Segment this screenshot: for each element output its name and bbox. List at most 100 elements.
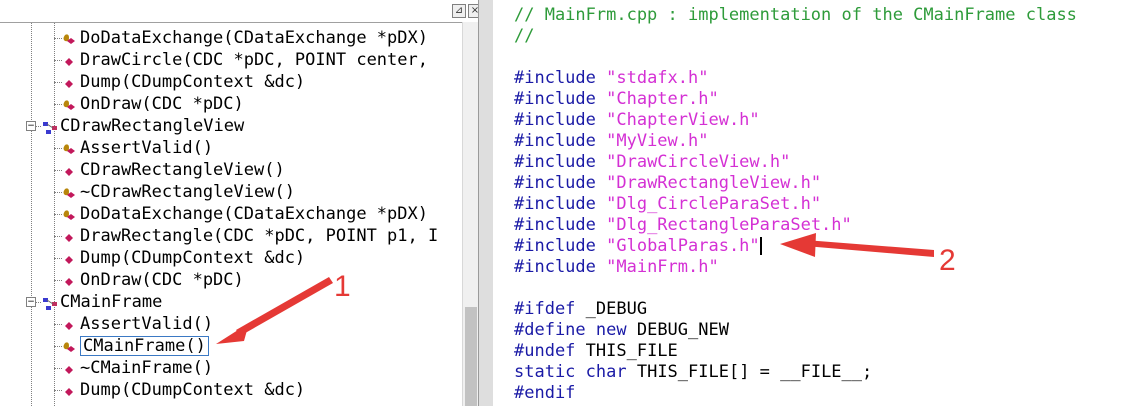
tree-connector <box>54 214 62 215</box>
code-token: #include <box>514 152 607 172</box>
tree-method-node[interactable]: DoDataExchange(CDataExchange *pDX) <box>0 27 470 49</box>
collapse-toggle-icon[interactable]: − <box>26 121 36 131</box>
code-line[interactable]: #undef THIS_FILE <box>514 341 678 362</box>
code-token: THIS_FILE[] = __FILE__; <box>636 362 873 382</box>
tree-node-label: DrawRectangle(CDC *pDC, POINT p1, I <box>80 226 439 246</box>
code-line[interactable]: #include "DrawCircleView.h" <box>514 152 790 173</box>
code-token: "GlobalParas.h" <box>606 236 760 256</box>
tree-node-label: DrawCircle(CDC *pDC, POINT center, <box>80 50 428 70</box>
class-tree-scroll-thumb[interactable] <box>465 307 477 406</box>
code-line[interactable]: #include "ChapterView.h" <box>514 110 760 131</box>
tree-method-node[interactable]: AssertValid() <box>0 137 470 159</box>
class-tree: DoDataExchange(CDataExchange *pDX) DrawCi… <box>0 0 462 406</box>
code-token: "DrawCircleView.h" <box>606 152 791 172</box>
tree-connector <box>54 38 62 39</box>
pane-splitter[interactable] <box>478 0 494 406</box>
tree-method-node[interactable]: CMainFrame() <box>0 335 470 357</box>
tree-connector <box>54 82 62 83</box>
tree-method-node[interactable]: DrawRectangle(CDC *pDC, POINT p1, I <box>0 225 470 247</box>
tree-node-label: CDrawRectangleView <box>60 116 245 136</box>
code-token: #define <box>514 320 596 340</box>
code-token: #include <box>514 131 607 151</box>
code-token: "Chapter.h" <box>606 89 719 109</box>
code-line[interactable]: #include "GlobalParas.h" <box>514 236 762 257</box>
code-line[interactable]: #include "stdafx.h" <box>514 68 708 89</box>
code-token: #include <box>514 89 607 109</box>
code-line[interactable]: #define new DEBUG_NEW <box>514 320 729 341</box>
code-token: #include <box>514 236 607 256</box>
tree-class-node[interactable]: − CMainFrame <box>0 291 470 313</box>
code-line[interactable]: // <box>514 26 534 47</box>
tree-node-label: OnDraw(CDC *pDC) <box>80 270 244 290</box>
tree-connector <box>54 258 62 259</box>
code-line[interactable]: static char THIS_FILE[] = __FILE__; <box>514 362 872 383</box>
tree-method-node[interactable]: DoDataExchange(CDataExchange *pDX) <box>0 203 470 225</box>
code-token: #include <box>514 68 607 88</box>
tree-node-label: CMainFrame <box>60 292 163 312</box>
tree-connector <box>54 60 62 61</box>
code-token: #include <box>514 215 607 235</box>
tree-node-label: Dump(CDumpContext &dc) <box>80 72 306 92</box>
tree-connector <box>54 236 62 237</box>
code-line[interactable]: #include "Chapter.h" <box>514 89 719 110</box>
tree-connector <box>54 346 62 347</box>
code-line[interactable]: #include "MyView.h" <box>514 131 708 152</box>
code-token: "Dlg_RectangleParaSet.h" <box>606 215 852 235</box>
code-token: "MainFrm.h" <box>606 257 719 277</box>
tree-node-label: Dump(CDumpContext &dc) <box>80 380 306 400</box>
tree-method-node[interactable]: OnDraw(CDC *pDC) <box>0 93 470 115</box>
tree-method-node[interactable]: Dump(CDumpContext &dc) <box>0 379 470 401</box>
code-editor[interactable]: // MainFrm.cpp : implementation of the C… <box>493 0 1125 406</box>
text-caret <box>759 237 762 255</box>
tree-node-label: OnDraw(CDC *pDC) <box>80 94 244 114</box>
tree-method-node[interactable]: OnDraw(CDC *pDC) <box>0 269 470 291</box>
tree-method-node[interactable]: DrawCircle(CDC *pDC, POINT center, <box>0 49 470 71</box>
class-view-pane: DoDataExchange(CDataExchange *pDX) DrawCi… <box>0 0 482 406</box>
code-token: static <box>514 362 586 382</box>
code-line[interactable]: #ifdef _DEBUG <box>514 299 647 320</box>
tree-node-label: DoDataExchange(CDataExchange *pDX) <box>80 28 428 48</box>
tree-method-node[interactable]: ~CMainFrame() <box>0 357 470 379</box>
code-token: "Dlg_CircleParaSet.h" <box>606 194 822 214</box>
code-line[interactable]: #endif <box>514 383 575 404</box>
tree-connector <box>54 368 62 369</box>
code-token: "MyView.h" <box>606 131 709 151</box>
collapse-toggle-icon[interactable]: − <box>26 297 36 307</box>
code-token: "ChapterView.h" <box>606 110 760 130</box>
tree-connector <box>54 280 62 281</box>
tree-node-label: AssertValid() <box>80 138 214 158</box>
tree-method-node[interactable]: Dump(CDumpContext &dc) <box>0 71 470 93</box>
code-line[interactable]: #include "MainFrm.h" <box>514 257 719 278</box>
code-token: _DEBUG <box>585 299 648 319</box>
tree-node-label: ~CDrawRectangleView() <box>80 182 295 202</box>
code-token: #include <box>514 110 607 130</box>
code-token: THIS_FILE <box>585 341 678 361</box>
tree-node-label: AssertValid() <box>80 314 214 334</box>
tree-connector <box>54 104 62 105</box>
code-token: "DrawRectangleView.h" <box>606 173 822 193</box>
tree-method-node[interactable]: ~CDrawRectangleView() <box>0 181 470 203</box>
code-line[interactable]: #include "Dlg_CircleParaSet.h" <box>514 194 821 215</box>
tree-connector <box>54 324 62 325</box>
tree-node-label: ~CMainFrame() <box>80 358 214 378</box>
tree-method-node[interactable]: AssertValid() <box>0 313 470 335</box>
code-token: DEBUG_NEW <box>636 320 729 340</box>
code-token: "stdafx.h" <box>606 68 709 88</box>
code-line[interactable]: #include "DrawRectangleView.h" <box>514 173 821 194</box>
tree-connector <box>54 148 62 149</box>
code-token: // <box>514 26 535 46</box>
tree-connector <box>54 170 62 171</box>
code-token: #include <box>514 173 607 193</box>
tree-method-node[interactable]: CDrawRectangleView() <box>0 159 470 181</box>
class-view-topbar: ⊿ × <box>0 0 482 23</box>
code-token: char <box>585 362 637 382</box>
tree-connector <box>54 390 62 391</box>
class-tree-scrollbar[interactable] <box>462 22 479 406</box>
minimize-pane-button[interactable]: ⊿ <box>452 4 466 18</box>
code-token: new <box>595 320 637 340</box>
tree-method-node[interactable]: Dump(CDumpContext &dc) <box>0 247 470 269</box>
code-token: #undef <box>514 341 586 361</box>
code-line[interactable]: #include "Dlg_RectangleParaSet.h" <box>514 215 852 236</box>
tree-class-node[interactable]: − CDrawRectangleView <box>0 115 470 137</box>
code-line[interactable]: // MainFrm.cpp : implementation of the C… <box>514 5 1077 26</box>
